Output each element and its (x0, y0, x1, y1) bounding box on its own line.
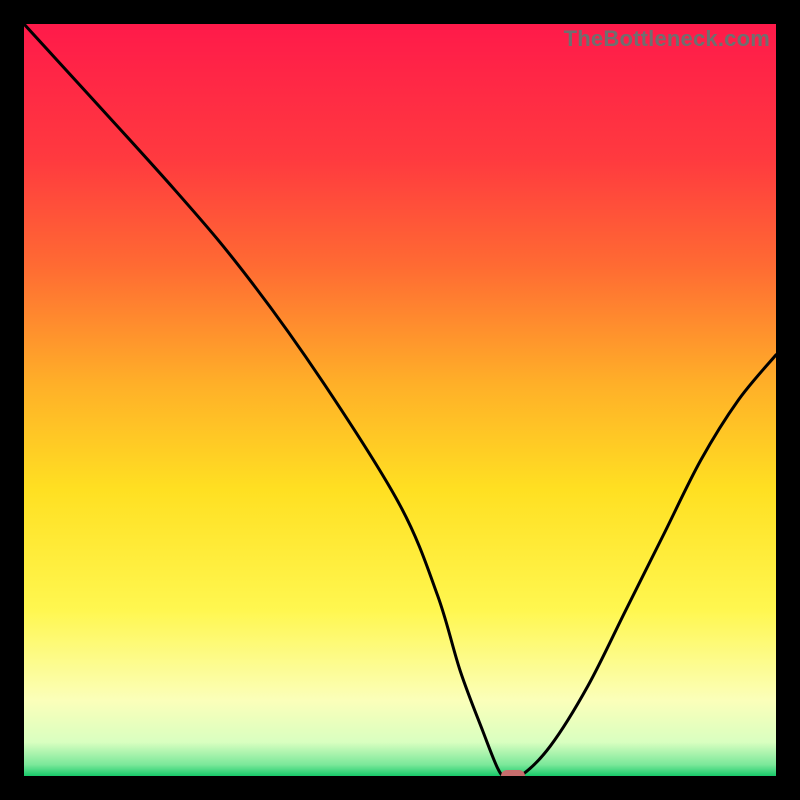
optimal-marker (501, 770, 525, 776)
plot-area: TheBottleneck.com (24, 24, 776, 776)
watermark-label: TheBottleneck.com (564, 26, 770, 52)
bottleneck-curve (24, 24, 776, 776)
chart-stage: TheBottleneck.com (0, 0, 800, 800)
